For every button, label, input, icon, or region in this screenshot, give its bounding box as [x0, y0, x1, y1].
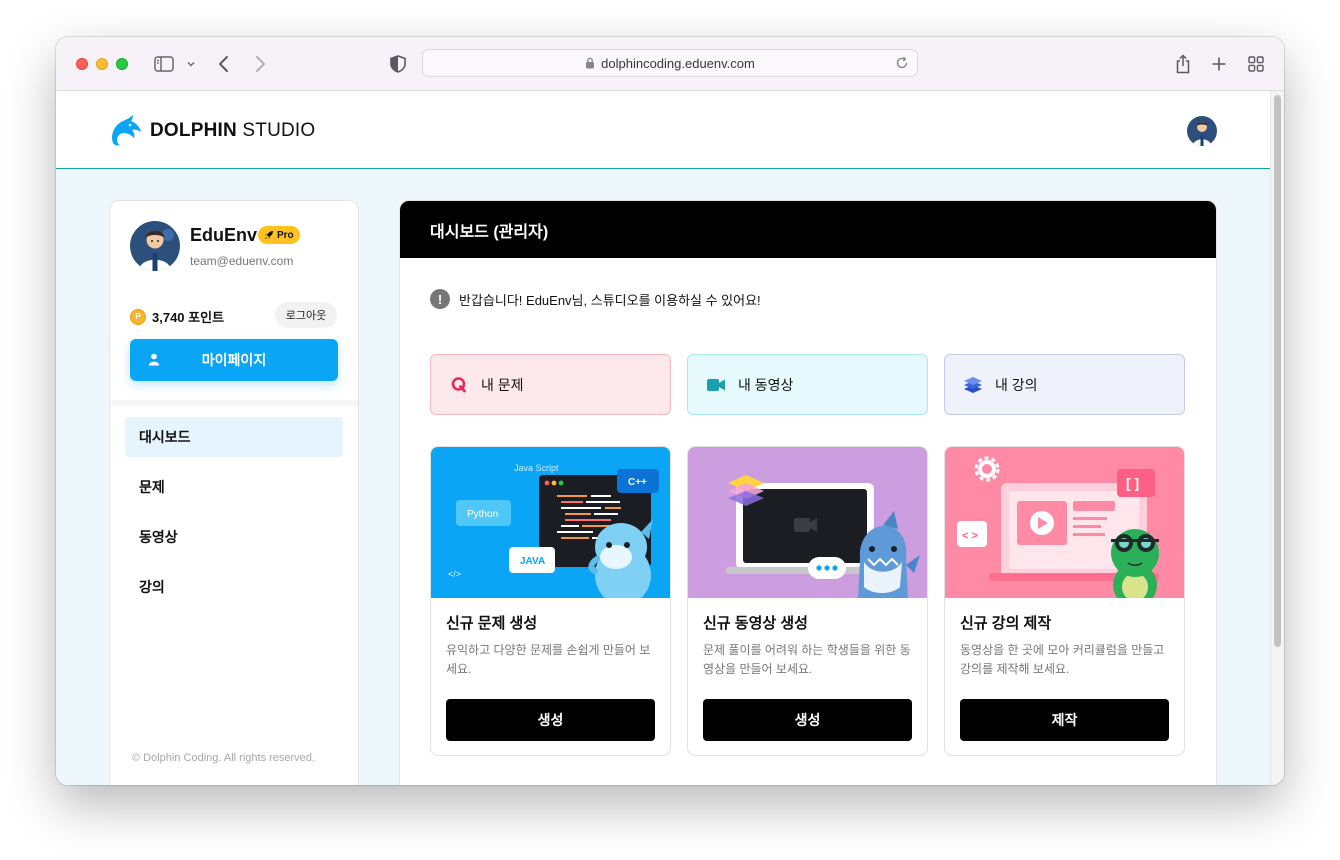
new-tab-plus-icon[interactable]	[1210, 53, 1228, 75]
sidebar-item-label: 대시보드	[139, 429, 191, 445]
quick-link-label: 내 강의	[995, 376, 1038, 393]
art-label-brackets: [ ]	[1126, 475, 1139, 491]
art-label-javascript: Java Script	[514, 463, 559, 473]
quick-link-my-lectures[interactable]: 내 강의	[944, 354, 1185, 415]
sidebar-toggle-icon[interactable]	[153, 53, 175, 75]
quick-link-label: 내 문제	[481, 376, 524, 393]
sidebar-divider	[110, 400, 358, 406]
logout-button[interactable]: 로그아웃	[275, 302, 337, 328]
sidebar-item-videos[interactable]: 동영상	[125, 517, 343, 557]
coding-illustration: Java Script C++ Python JAVA </>	[431, 447, 670, 598]
privacy-shield-icon[interactable]	[389, 53, 407, 75]
forward-arrow-icon[interactable]	[252, 53, 268, 75]
browser-toolbar: dolphincoding.eduenv.com	[56, 37, 1284, 91]
sidebar-item-label: 강의	[139, 579, 165, 595]
tab-overview-icon[interactable]	[1247, 53, 1265, 75]
card-description: 문제 풀이를 어려워 하는 학생들을 위한 동영상을 만들어 보세요.	[703, 643, 911, 676]
quick-link-my-videos[interactable]: 내 동영상	[687, 354, 928, 415]
card-new-lecture: [ ] < > 신규 강의 제작 동영상을 한 곳에 모아 커리큘럼을 만들고 …	[944, 446, 1185, 756]
profile-name: EduEnv	[190, 225, 258, 245]
coin-icon: P	[130, 308, 146, 325]
art-label-cpp: C++	[628, 477, 647, 488]
card-new-video: 신규 동영상 생성 문제 풀이를 어려워 하는 학생들을 위한 동영상을 만들어…	[687, 446, 928, 756]
site-header: DOLPHIN STUDIO	[56, 91, 1270, 169]
vertical-scrollbar[interactable]	[1270, 91, 1284, 785]
browser-window: dolphincoding.eduenv.com DOLPHIN STUDIO	[56, 37, 1284, 785]
layers-icon	[963, 375, 983, 395]
sidebar-item-label: 문제	[139, 479, 165, 495]
exclamation-icon: !	[430, 289, 450, 309]
card-title: 신규 강의 제작	[960, 615, 1052, 632]
pro-badge-label: Pro	[277, 229, 294, 241]
quick-link-my-problems[interactable]: 내 문제	[430, 354, 671, 415]
dolphin-logo-icon	[112, 115, 141, 146]
chevron-down-icon[interactable]	[185, 53, 197, 75]
close-window-button[interactable]	[76, 58, 88, 70]
pro-badge: Pro	[258, 226, 300, 244]
points-display: P 3,740 포인트	[130, 307, 224, 326]
mypage-button[interactable]: 마이페이지	[130, 339, 338, 381]
welcome-notice: ! 반갑습니다! EduEnv님, 스튜디오를 이용하실 수 있어요!	[430, 289, 761, 309]
art-label-code-arrows: < >	[962, 530, 978, 542]
page-content: DOLPHIN STUDIO EduEnv Pro team@eduenv.co…	[56, 91, 1270, 785]
mypage-button-label: 마이페이지	[201, 352, 267, 368]
notice-text: 반갑습니다! EduEnv님, 스튜디오를 이용하실 수 있어요!	[459, 292, 761, 308]
card-title: 신규 동영상 생성	[703, 615, 808, 632]
address-bar[interactable]: dolphincoding.eduenv.com	[422, 49, 918, 77]
profile-avatar[interactable]	[130, 221, 180, 271]
create-lecture-button[interactable]: 제작	[960, 699, 1169, 741]
lecture-illustration: [ ] < >	[945, 447, 1184, 598]
share-icon[interactable]	[1174, 53, 1192, 75]
sidebar-item-label: 동영상	[139, 529, 178, 545]
rocket-icon	[265, 231, 273, 239]
card-title: 신규 문제 생성	[446, 615, 538, 632]
sidebar-footer-copyright: © Dolphin Coding. All rights reserved.	[132, 752, 315, 764]
url-text: dolphincoding.eduenv.com	[601, 55, 755, 71]
profile-email: team@eduenv.com	[190, 254, 294, 268]
video-illustration	[688, 447, 927, 598]
minimize-window-button[interactable]	[96, 58, 108, 70]
video-camera-icon	[706, 375, 726, 395]
card-description: 유익하고 다양한 문제를 손쉽게 만들어 보세요.	[446, 643, 651, 676]
card-new-problem: Java Script C++ Python JAVA </> 신규 문제 생성…	[430, 446, 671, 756]
sidebar: EduEnv Pro team@eduenv.com P 3,740 포인트 로…	[109, 200, 359, 785]
back-arrow-icon[interactable]	[216, 53, 232, 75]
quick-link-label: 내 동영상	[738, 376, 794, 393]
create-video-button[interactable]: 생성	[703, 699, 912, 741]
card-description: 동영상을 한 곳에 모아 커리큘럼을 만들고 강의를 제작해 보세요.	[960, 643, 1165, 676]
zoom-window-button[interactable]	[116, 58, 128, 70]
reload-icon[interactable]	[895, 56, 909, 70]
sidebar-item-lectures[interactable]: 강의	[125, 567, 343, 607]
site-logo[interactable]: DOLPHIN STUDIO	[108, 113, 315, 149]
points-value: 3,740 포인트	[152, 310, 225, 325]
person-icon	[148, 353, 160, 369]
sidebar-item-problems[interactable]: 문제	[125, 467, 343, 507]
art-label-code-tag: </>	[448, 569, 461, 579]
panel-title: 대시보드 (관리자)	[400, 201, 1216, 258]
header-avatar[interactable]	[1187, 116, 1217, 146]
logo-bold-text: DOLPHIN	[150, 120, 237, 141]
art-label-java: JAVA	[520, 556, 545, 567]
sidebar-item-dashboard[interactable]: 대시보드	[125, 417, 343, 457]
q-icon	[449, 375, 469, 395]
scrollbar-thumb[interactable]	[1274, 95, 1281, 647]
logo-light-text: STUDIO	[236, 120, 316, 141]
create-problem-button[interactable]: 생성	[446, 699, 655, 741]
coin-symbol: P	[135, 312, 141, 321]
dashboard-panel: 대시보드 (관리자) ! 반갑습니다! EduEnv님, 스튜디오를 이용하실 …	[399, 200, 1217, 785]
art-label-python: Python	[467, 509, 498, 520]
lock-icon	[585, 57, 595, 69]
